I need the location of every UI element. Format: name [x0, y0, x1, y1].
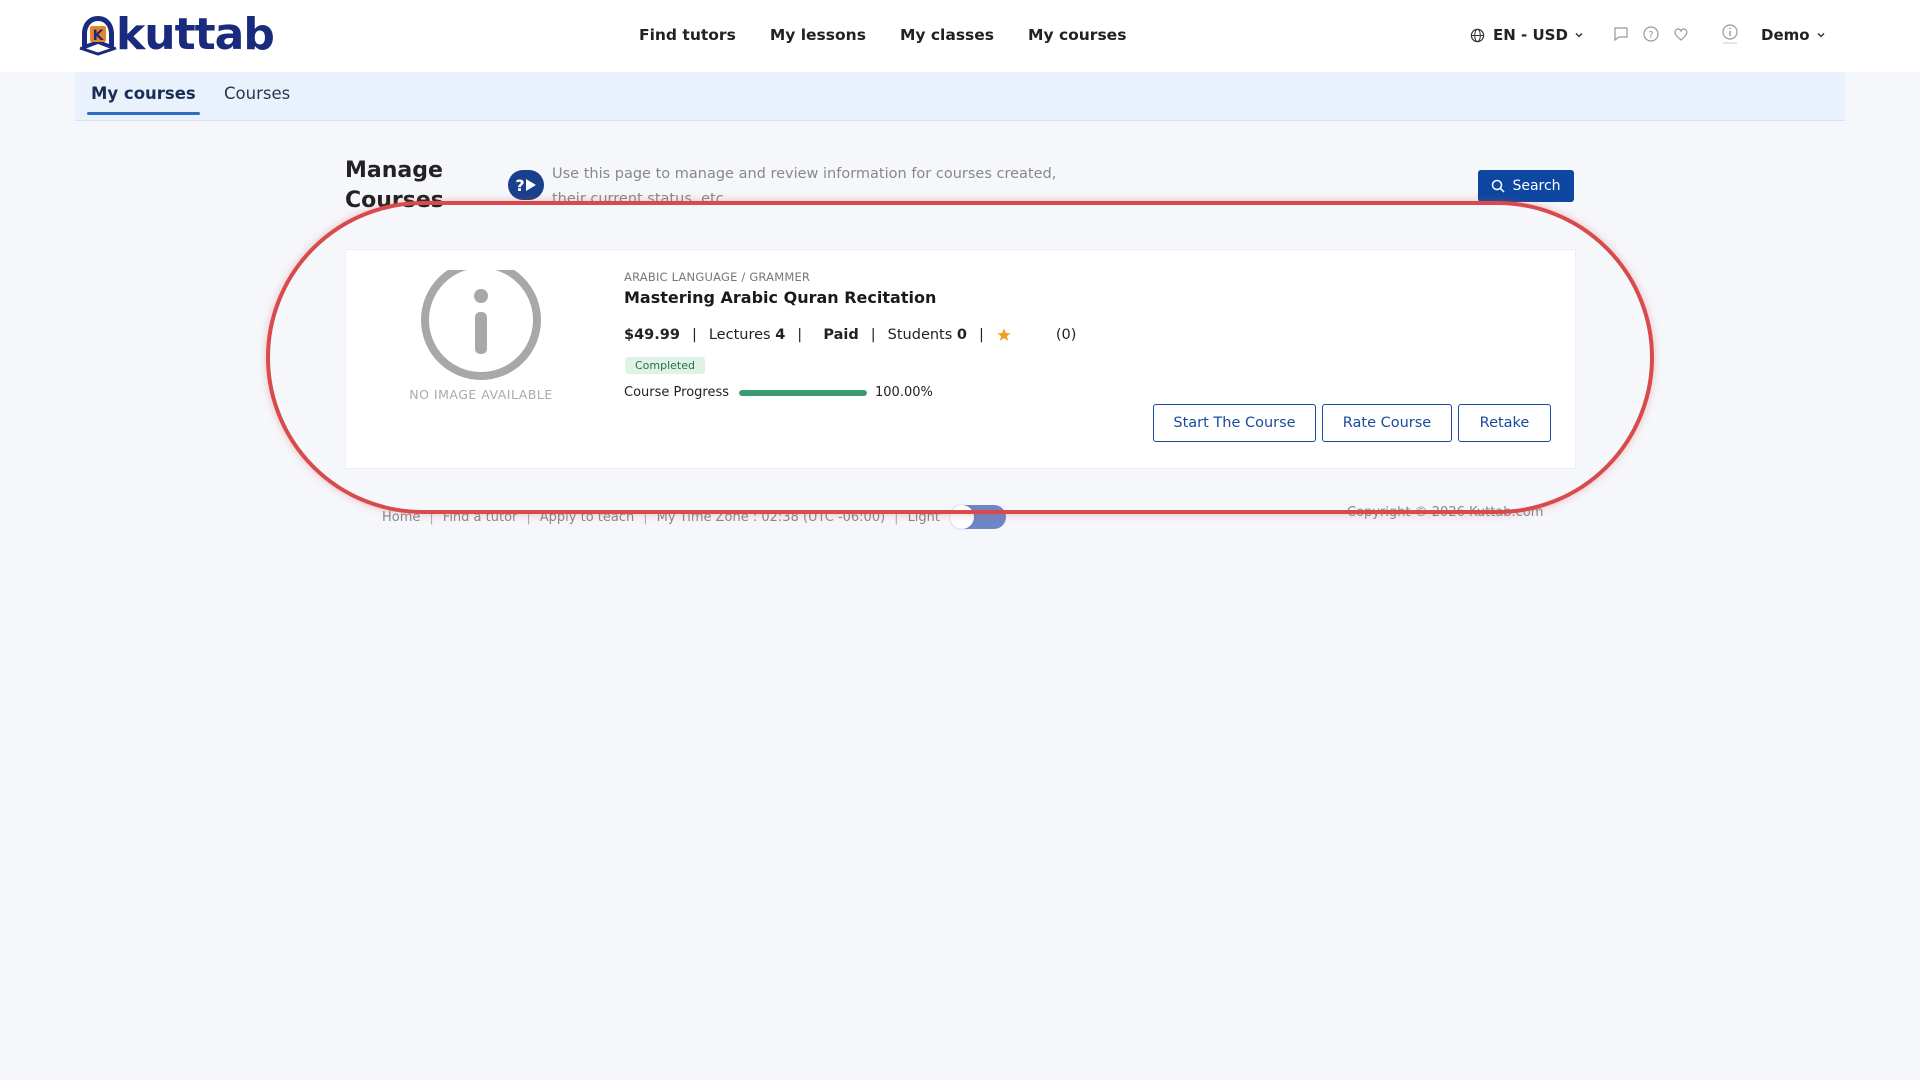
- chevron-down-icon: [1817, 32, 1825, 38]
- nav-find-tutors[interactable]: Find tutors: [639, 26, 736, 44]
- help-description: Use this page to manage and review infor…: [552, 166, 1057, 207]
- course-meta: $49.99 | Lectures 4 | Paid | Students 0 …: [624, 327, 1076, 343]
- lectures-count: 4: [775, 327, 786, 343]
- help-video-button[interactable]: ?: [508, 170, 544, 200]
- heart-icon[interactable]: [1672, 25, 1690, 43]
- status-badge: Completed: [625, 357, 705, 374]
- language-currency-selector[interactable]: EN - USD: [1470, 26, 1592, 44]
- students-count: 0: [956, 327, 967, 343]
- page-title: Manage Courses: [345, 158, 444, 213]
- tab-courses[interactable]: Courses: [224, 84, 290, 103]
- footer-link-apply[interactable]: Apply to teach: [540, 510, 634, 525]
- course-card: NO IMAGE AVAILABLE ARABIC LANGUAGE / GRA…: [345, 249, 1576, 469]
- students-label: Students: [887, 327, 953, 343]
- course-tabs: My courses Courses: [75, 72, 1845, 121]
- search-icon: [1492, 179, 1505, 193]
- search-button[interactable]: Search: [1478, 170, 1574, 202]
- separator: |: [870, 327, 876, 343]
- theme-toggle[interactable]: [950, 505, 1007, 529]
- kuttab-logo[interactable]: K kuttab: [78, 9, 275, 60]
- separator: |: [691, 327, 697, 343]
- course-image-placeholder: NO IMAGE AVAILABLE: [406, 270, 556, 400]
- footer-links: Home | Find a tutor | Apply to teach | M…: [382, 505, 1007, 529]
- user-menu[interactable]: Demo: [1761, 26, 1826, 44]
- separator: |: [429, 509, 434, 525]
- rating-count: (0): [1055, 327, 1077, 343]
- course-price: $49.99: [624, 327, 680, 343]
- help-icon[interactable]: ?: [1642, 25, 1660, 43]
- play-icon: [525, 179, 536, 191]
- search-label: Search: [1512, 178, 1561, 194]
- nav-my-courses[interactable]: My courses: [1028, 26, 1126, 44]
- main-nav: Find tutors My lessons My classes My cou…: [639, 0, 1160, 70]
- separator: |: [894, 509, 899, 525]
- logo-badge-letter: K: [93, 28, 105, 44]
- footer-link-find-tutor[interactable]: Find a tutor: [443, 510, 518, 525]
- retake-button[interactable]: Retake: [1458, 404, 1551, 442]
- logo-badge-icon: K: [78, 14, 118, 56]
- separator: |: [526, 509, 531, 525]
- progress-bar-fill: [739, 389, 867, 396]
- info-icon: [421, 270, 541, 380]
- user-name: Demo: [1761, 26, 1810, 44]
- copyright-text: Copyright © 2026 Kuttab.com: [1347, 505, 1544, 520]
- course-category: ARABIC LANGUAGE / GRAMMER: [624, 270, 811, 284]
- svg-text:?: ?: [1648, 30, 1653, 41]
- tab-my-courses[interactable]: My courses: [87, 84, 200, 115]
- info-icon[interactable]: [1721, 24, 1739, 44]
- start-course-button[interactable]: Start The Course: [1153, 404, 1316, 442]
- timezone-text: My Time Zone : 02:38 (UTC -06:00): [656, 509, 886, 525]
- progress-bar: [739, 389, 867, 396]
- nav-my-classes[interactable]: My classes: [900, 26, 994, 44]
- chevron-down-icon: [1575, 32, 1583, 38]
- no-image-text: NO IMAGE AVAILABLE: [409, 387, 553, 400]
- nav-my-lessons[interactable]: My lessons: [770, 26, 866, 44]
- top-header: K kuttab Find tutors My lessons My class…: [0, 0, 1920, 72]
- separator: |: [797, 327, 803, 343]
- help-glyph: ?: [515, 175, 525, 195]
- chat-icon[interactable]: [1612, 25, 1630, 43]
- lectures-label: Lectures: [708, 327, 771, 343]
- separator: |: [979, 327, 984, 343]
- theme-label: Light: [907, 509, 941, 525]
- progress-percent: 100.00%: [875, 385, 933, 400]
- toggle-knob: [950, 505, 975, 529]
- logo-text: kuttab: [116, 9, 275, 60]
- header-icons: ?: [1612, 25, 1702, 43]
- language-currency-label: EN - USD: [1493, 26, 1568, 44]
- rate-course-button[interactable]: Rate Course: [1322, 404, 1452, 442]
- globe-icon: [1470, 28, 1485, 42]
- course-title[interactable]: Mastering Arabic Quran Recitation: [624, 288, 936, 307]
- payment-status: Paid: [823, 327, 859, 343]
- course-progress: Course Progress 100.00%: [624, 385, 933, 400]
- progress-label: Course Progress: [624, 385, 729, 400]
- separator: |: [643, 509, 648, 525]
- footer-link-home[interactable]: Home: [382, 510, 420, 525]
- star-icon: [997, 328, 1011, 341]
